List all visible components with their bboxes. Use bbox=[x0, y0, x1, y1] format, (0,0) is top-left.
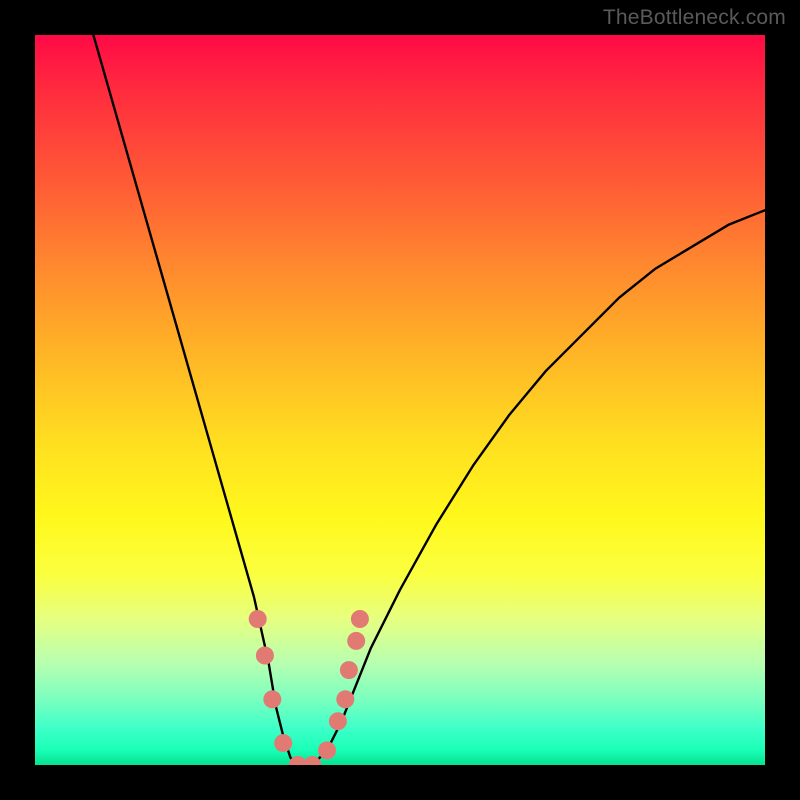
chart-frame: TheBottleneck.com bbox=[0, 0, 800, 800]
curve-line bbox=[93, 35, 765, 765]
curve-marker-dot bbox=[318, 741, 336, 759]
curve-marker-dot bbox=[263, 690, 281, 708]
curve-marker-dot bbox=[340, 661, 358, 679]
curve-marker-dot bbox=[329, 712, 347, 730]
bottleneck-curve bbox=[93, 35, 765, 765]
curve-marker-dot bbox=[347, 632, 365, 650]
curve-marker-dot bbox=[351, 610, 369, 628]
chart-svg bbox=[35, 35, 765, 765]
plot-area bbox=[35, 35, 765, 765]
curve-markers bbox=[249, 610, 369, 765]
curve-marker-dot bbox=[256, 647, 274, 665]
curve-marker-dot bbox=[249, 610, 267, 628]
curve-marker-dot bbox=[274, 734, 292, 752]
curve-marker-dot bbox=[336, 690, 354, 708]
watermark-text: TheBottleneck.com bbox=[603, 6, 786, 30]
